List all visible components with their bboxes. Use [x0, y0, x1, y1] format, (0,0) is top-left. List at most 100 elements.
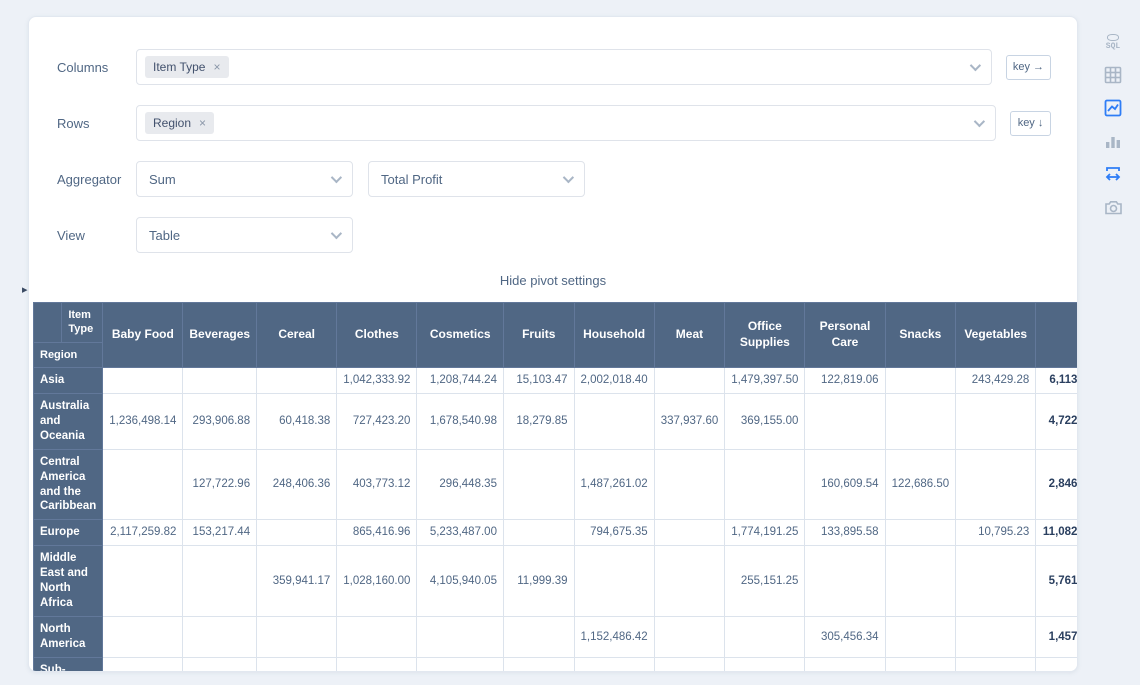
value-cell: [103, 546, 183, 617]
column-header[interactable]: Meat: [654, 303, 725, 368]
value-cell: 293,906.88: [183, 393, 257, 449]
value-cell: [654, 449, 725, 520]
value-cell: 629,257.68: [885, 657, 956, 672]
corner-blank-cell: [34, 303, 62, 343]
sql-icon[interactable]: SQL: [1101, 30, 1125, 54]
value-cell: 2,051,688.75: [725, 657, 805, 672]
column-header[interactable]: Cereal: [257, 303, 337, 368]
value-cell: [654, 546, 725, 617]
value-cell: 532,885.74: [103, 657, 183, 672]
row-axis-label: Region: [34, 342, 103, 367]
chevron-down-icon[interactable]: [563, 172, 574, 183]
chevron-down-icon[interactable]: [974, 116, 985, 127]
value-cell: [183, 617, 257, 658]
table-row: Australia and Oceania1,236,498.14293,906…: [34, 393, 1079, 449]
column-header[interactable]: Personal Care: [805, 303, 885, 368]
chevron-down-icon[interactable]: [970, 60, 981, 71]
row-total-cell: 1,457,942.76: [1036, 617, 1078, 658]
value-cell: 1,028,160.00: [337, 546, 417, 617]
value-cell: 727,423.20: [337, 393, 417, 449]
column-header[interactable]: Snacks: [885, 303, 956, 368]
aggregator-control-row: Aggregator Sum Total Profit: [29, 161, 1077, 197]
chart-icon[interactable]: [1101, 96, 1125, 120]
row-header[interactable]: Europe: [34, 520, 103, 546]
row-header[interactable]: Asia: [34, 367, 103, 393]
value-cell: [805, 393, 885, 449]
totals-column-header: Totals: [1036, 303, 1078, 368]
value-cell: 2,032,888.04: [417, 657, 504, 672]
column-header[interactable]: Household: [574, 303, 654, 368]
value-cell: [503, 617, 574, 658]
table-row: Central America and the Caribbean 127,722…: [34, 449, 1079, 520]
value-cell: 369,155.00: [725, 393, 805, 449]
value-cell: 2,002,018.40: [574, 367, 654, 393]
value-cell: [503, 449, 574, 520]
aggregator-select[interactable]: Sum: [136, 161, 353, 197]
value-cell: 1,042,333.92: [337, 367, 417, 393]
table-row: Europe2,117,259.82153,217.44865,416.965,…: [34, 520, 1079, 546]
value-cell: [956, 393, 1036, 449]
column-header[interactable]: Baby Food: [103, 303, 183, 368]
aggregator-value: Sum: [149, 172, 176, 187]
value-cell: 243,429.28: [956, 367, 1036, 393]
sql-icon-label: SQL: [1106, 42, 1120, 51]
columns-select[interactable]: Item Type ×: [136, 49, 992, 85]
column-header[interactable]: Clothes: [337, 303, 417, 368]
value-cell: [654, 617, 725, 658]
value-cell: 160,609.54: [805, 449, 885, 520]
row-total-cell: 6,113,845.87: [1036, 367, 1078, 393]
transpose-icon[interactable]: [1101, 162, 1125, 186]
rows-key-button[interactable]: key ↓: [1010, 111, 1051, 136]
row-header[interactable]: Sub-Saharan Africa: [34, 657, 103, 672]
value-cell: 1,774,191.25: [725, 520, 805, 546]
rows-tag-label: Region: [153, 116, 191, 130]
column-header[interactable]: Office Supplies: [725, 303, 805, 368]
value-cell: [257, 520, 337, 546]
table-row: Asia1,042,333.921,208,744.2415,103.472,0…: [34, 367, 1079, 393]
columns-key-button[interactable]: key →: [1006, 55, 1051, 80]
row-header[interactable]: North America: [34, 617, 103, 658]
hide-pivot-settings-link[interactable]: Hide pivot settings: [29, 273, 1077, 288]
row-total-cell: 4,722,160.03: [1036, 393, 1078, 449]
key-label: key: [1018, 117, 1035, 129]
row-total-cell: 12,183,211.40: [1036, 657, 1078, 672]
value-cell: 153,217.44: [183, 520, 257, 546]
chevron-down-icon[interactable]: [331, 172, 342, 183]
row-header[interactable]: Central America and the Caribbean: [34, 449, 103, 520]
value-cell: 133,895.58: [805, 520, 885, 546]
aggregator-field-select[interactable]: Total Profit: [368, 161, 585, 197]
value-cell: [574, 546, 654, 617]
view-select[interactable]: Table: [136, 217, 353, 253]
table-icon[interactable]: [1101, 63, 1125, 87]
value-cell: [183, 546, 257, 617]
value-cell: 1,011,595.12: [956, 657, 1036, 672]
value-cell: 15,103.47: [503, 367, 574, 393]
value-cell: [885, 546, 956, 617]
row-header[interactable]: Australia and Oceania: [34, 393, 103, 449]
value-cell: 403,773.12: [337, 449, 417, 520]
value-cell: 5,233,487.00: [417, 520, 504, 546]
remove-tag-icon[interactable]: ×: [213, 61, 220, 73]
rows-select[interactable]: Region ×: [136, 105, 996, 141]
column-header[interactable]: Beverages: [183, 303, 257, 368]
value-cell: 4,105,940.05: [417, 546, 504, 617]
value-cell: 865,416.96: [337, 520, 417, 546]
view-label: View: [57, 228, 136, 243]
value-cell: 127,722.96: [183, 449, 257, 520]
histogram-icon[interactable]: [1101, 129, 1125, 153]
chevron-down-icon[interactable]: [331, 228, 342, 239]
column-header[interactable]: Fruits: [503, 303, 574, 368]
value-cell: 272,672.40: [654, 657, 725, 672]
camera-icon[interactable]: [1101, 195, 1125, 219]
value-cell: 18,279.85: [503, 393, 574, 449]
pivot-table-wrap: Item TypeBaby FoodBeveragesCerealClothes…: [29, 302, 1077, 672]
pivot-table: Item TypeBaby FoodBeveragesCerealClothes…: [33, 302, 1078, 672]
row-header[interactable]: Middle East and North Africa: [34, 546, 103, 617]
column-header[interactable]: Cosmetics: [417, 303, 504, 368]
remove-tag-icon[interactable]: ×: [199, 117, 206, 129]
value-cell: [574, 393, 654, 449]
column-header[interactable]: Vegetables: [956, 303, 1036, 368]
value-cell: [885, 367, 956, 393]
panel-toggle-arrow-icon[interactable]: ▸: [22, 283, 28, 296]
value-cell: [183, 367, 257, 393]
